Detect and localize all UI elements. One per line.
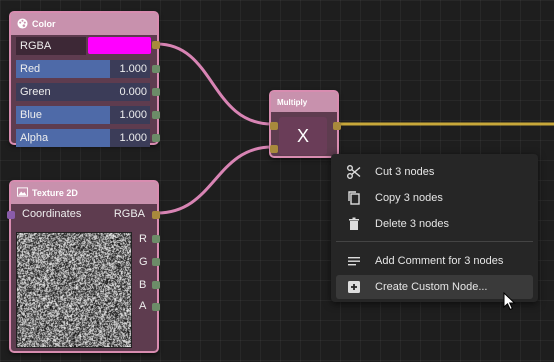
channel-g-label: G (139, 256, 148, 268)
green-output-port[interactable] (152, 88, 160, 96)
alpha-output-port[interactable] (152, 134, 160, 142)
texture-rgba-output-port[interactable] (152, 211, 160, 219)
multiply-output-port[interactable] (333, 122, 341, 130)
channel-g-output-port[interactable] (152, 258, 160, 266)
mouse-cursor-icon (503, 292, 516, 311)
rgba-label: RGBA (16, 37, 86, 55)
green-label: Green (20, 86, 51, 98)
green-row[interactable]: Green 0.000 (16, 83, 150, 101)
palette-icon (17, 17, 28, 31)
channel-r-output-port[interactable] (152, 235, 160, 243)
texture-node-title: Texture 2D (32, 188, 78, 198)
wire-texture-to-multiply-b (156, 145, 273, 215)
blue-label: Blue (20, 109, 43, 121)
menu-item-cut[interactable]: Cut 3 nodes (336, 160, 533, 184)
blue-output-port[interactable] (152, 111, 160, 119)
wire-color-to-multiply-a (156, 42, 273, 126)
menu-item-delete[interactable]: Delete 3 nodes (336, 212, 533, 236)
comment-icon (346, 253, 362, 269)
red-output-port[interactable] (152, 65, 160, 73)
copy-icon (346, 190, 362, 206)
texture-2d-node[interactable]: Texture 2D Coordinates RGBA R G B A (7, 180, 160, 353)
menu-item-create-custom-node-label: Create Custom Node... (375, 281, 488, 293)
multiply-node-header[interactable]: Multiply (271, 92, 337, 112)
rgba-row: RGBA (16, 37, 156, 55)
scissors-icon (346, 164, 362, 180)
menu-separator (336, 241, 533, 242)
menu-item-add-comment[interactable]: Add Comment for 3 nodes (336, 249, 533, 273)
color-node-title: Color (32, 19, 56, 29)
multiply-node[interactable]: Multiply X (269, 90, 341, 158)
color-node[interactable]: Color RGBA Red 1.000 Green 0.000 Blue 1.… (9, 11, 160, 147)
texture-preview (16, 232, 132, 348)
channel-b-label: B (139, 279, 147, 291)
context-menu: Cut 3 nodes Copy 3 nodes Delete 3 nodes … (331, 154, 538, 302)
coordinates-input-port[interactable] (7, 211, 15, 219)
channel-a-label: A (139, 300, 147, 312)
coordinates-label: Coordinates (22, 208, 82, 220)
rgba-output-port[interactable] (152, 41, 160, 49)
green-value: 0.000 (119, 86, 147, 98)
color-swatch[interactable] (88, 37, 151, 54)
rgba-output-label: RGBA (113, 208, 145, 220)
blue-value: 1.000 (119, 109, 147, 121)
red-row[interactable]: Red 1.000 (16, 60, 150, 78)
menu-item-copy[interactable]: Copy 3 nodes (336, 186, 533, 210)
red-value: 1.000 (119, 63, 147, 75)
blue-row[interactable]: Blue 1.000 (16, 106, 150, 124)
plus-box-icon (346, 279, 362, 295)
color-node-header[interactable]: Color (11, 13, 157, 35)
image-icon (17, 187, 28, 199)
menu-item-copy-label: Copy 3 nodes (375, 192, 443, 204)
channel-b-output-port[interactable] (152, 281, 160, 289)
trash-icon (346, 216, 362, 232)
texture-node-header[interactable]: Texture 2D (11, 182, 157, 204)
multiply-node-title: Multiply (277, 97, 308, 107)
multiply-symbol: X (279, 117, 327, 155)
menu-item-cut-label: Cut 3 nodes (375, 166, 435, 178)
menu-item-delete-label: Delete 3 nodes (375, 218, 449, 230)
multiply-input-b-port[interactable] (270, 145, 278, 153)
alpha-row[interactable]: Alpha 1.000 (16, 129, 150, 147)
alpha-value: 1.000 (119, 132, 147, 144)
red-label: Red (20, 63, 41, 75)
alpha-label: Alpha (20, 132, 49, 144)
multiply-input-a-port[interactable] (270, 122, 278, 130)
channel-r-label: R (139, 233, 147, 245)
menu-item-add-comment-label: Add Comment for 3 nodes (375, 255, 504, 267)
channel-a-output-port[interactable] (152, 303, 160, 311)
